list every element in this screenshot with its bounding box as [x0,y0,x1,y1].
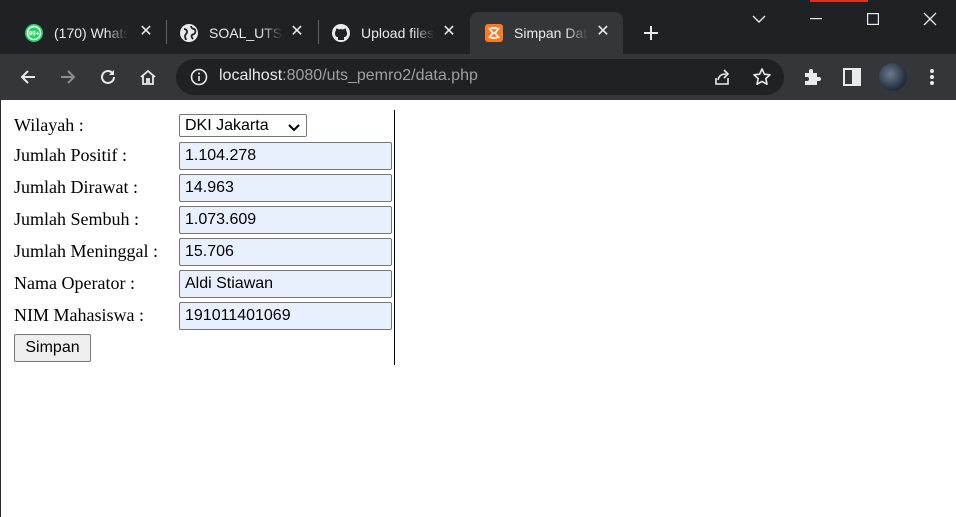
maximize-button[interactable] [844,0,902,38]
tab-soal-uts[interactable]: SOAL_UTS_ ✕ [167,12,317,54]
maximize-icon [867,13,879,25]
plus-icon [644,26,658,40]
reload-button[interactable] [96,65,120,89]
back-button[interactable] [16,65,40,89]
extensions-button[interactable] [800,65,824,89]
home-icon [140,69,156,85]
github-icon [331,23,351,43]
meninggal-input[interactable]: 15.706 [179,238,392,266]
close-icon[interactable]: ✕ [595,24,611,40]
home-button[interactable] [136,65,160,89]
globe-icon [179,23,199,43]
side-panel-button[interactable] [840,65,864,89]
minimize-icon [810,18,822,20]
chevron-down-icon [752,15,766,23]
notification-badge: 99+ [28,31,39,38]
minimize-button[interactable] [787,0,845,38]
chevron-down-icon [287,119,301,140]
simpan-button[interactable]: Simpan [14,334,91,362]
forward-button[interactable] [56,65,80,89]
tab-title: (170) WhatsApp [54,25,128,41]
positif-label: Jumlah Positif : [14,145,128,165]
url-path: :8080/uts_pemro2/data.php [282,67,478,84]
close-icon[interactable]: ✕ [441,24,457,40]
wilayah-select[interactable]: DKI Jakarta [179,114,307,137]
window-edge [0,100,1,517]
close-icon [923,12,937,26]
tab-title: Simpan Data [514,25,588,41]
close-window-button[interactable] [901,0,956,38]
tab-upload-files[interactable]: Upload files ✕ [319,12,469,54]
info-icon[interactable] [190,68,208,91]
xampp-icon [484,23,504,43]
sembuh-label: Jumlah Sembuh : [14,209,139,229]
tab-whatsapp[interactable]: 99+ (170) WhatsApp ✕ [14,12,166,54]
table-border [394,110,395,365]
close-icon[interactable]: ✕ [138,24,154,40]
bookmark-star-icon[interactable] [752,67,772,92]
positif-input[interactable]: 1.104.278 [179,142,392,170]
dirawat-input[interactable]: 14.963 [179,174,392,202]
tab-search-button[interactable] [730,0,788,38]
arrow-left-icon [20,70,35,84]
reload-icon [101,69,115,84]
kebab-menu-icon [930,69,934,85]
address-bar[interactable]: localhost:8080/uts_pemro2/data.php [176,59,784,95]
tab-title: SOAL_UTS_ [209,25,283,41]
profile-avatar[interactable] [879,63,907,91]
operator-label: Nama Operator : [14,273,135,293]
share-icon[interactable] [712,67,732,92]
whatsapp-icon: 99+ [24,23,44,43]
menu-button[interactable] [920,65,944,89]
new-tab-button[interactable] [639,21,663,45]
tab-simpan-data[interactable]: Simpan Data ✕ [470,12,623,54]
url-host: localhost [219,67,283,84]
tab-title: Upload files [361,25,435,41]
tab-strip: 99+ (170) WhatsApp ✕ SOAL_UTS_ ✕ Upload … [0,0,956,54]
wilayah-label: Wilayah : [14,115,84,135]
arrow-right-icon [61,70,76,84]
wilayah-selected-value: DKI Jakarta [185,117,269,134]
dirawat-label: Jumlah Dirawat : [14,177,138,197]
operator-input[interactable]: Aldi Stiawan [179,270,392,298]
url-text: localhost:8080/uts_pemro2/data.php [219,67,478,85]
nim-input[interactable]: 191011401069 [179,302,392,330]
nim-label: NIM Mahasiswa : [14,305,144,325]
close-icon[interactable]: ✕ [289,24,305,40]
sembuh-input[interactable]: 1.073.609 [179,206,392,234]
side-panel-icon [843,68,861,86]
puzzle-icon [805,69,821,85]
meninggal-label: Jumlah Meninggal : [14,241,158,261]
